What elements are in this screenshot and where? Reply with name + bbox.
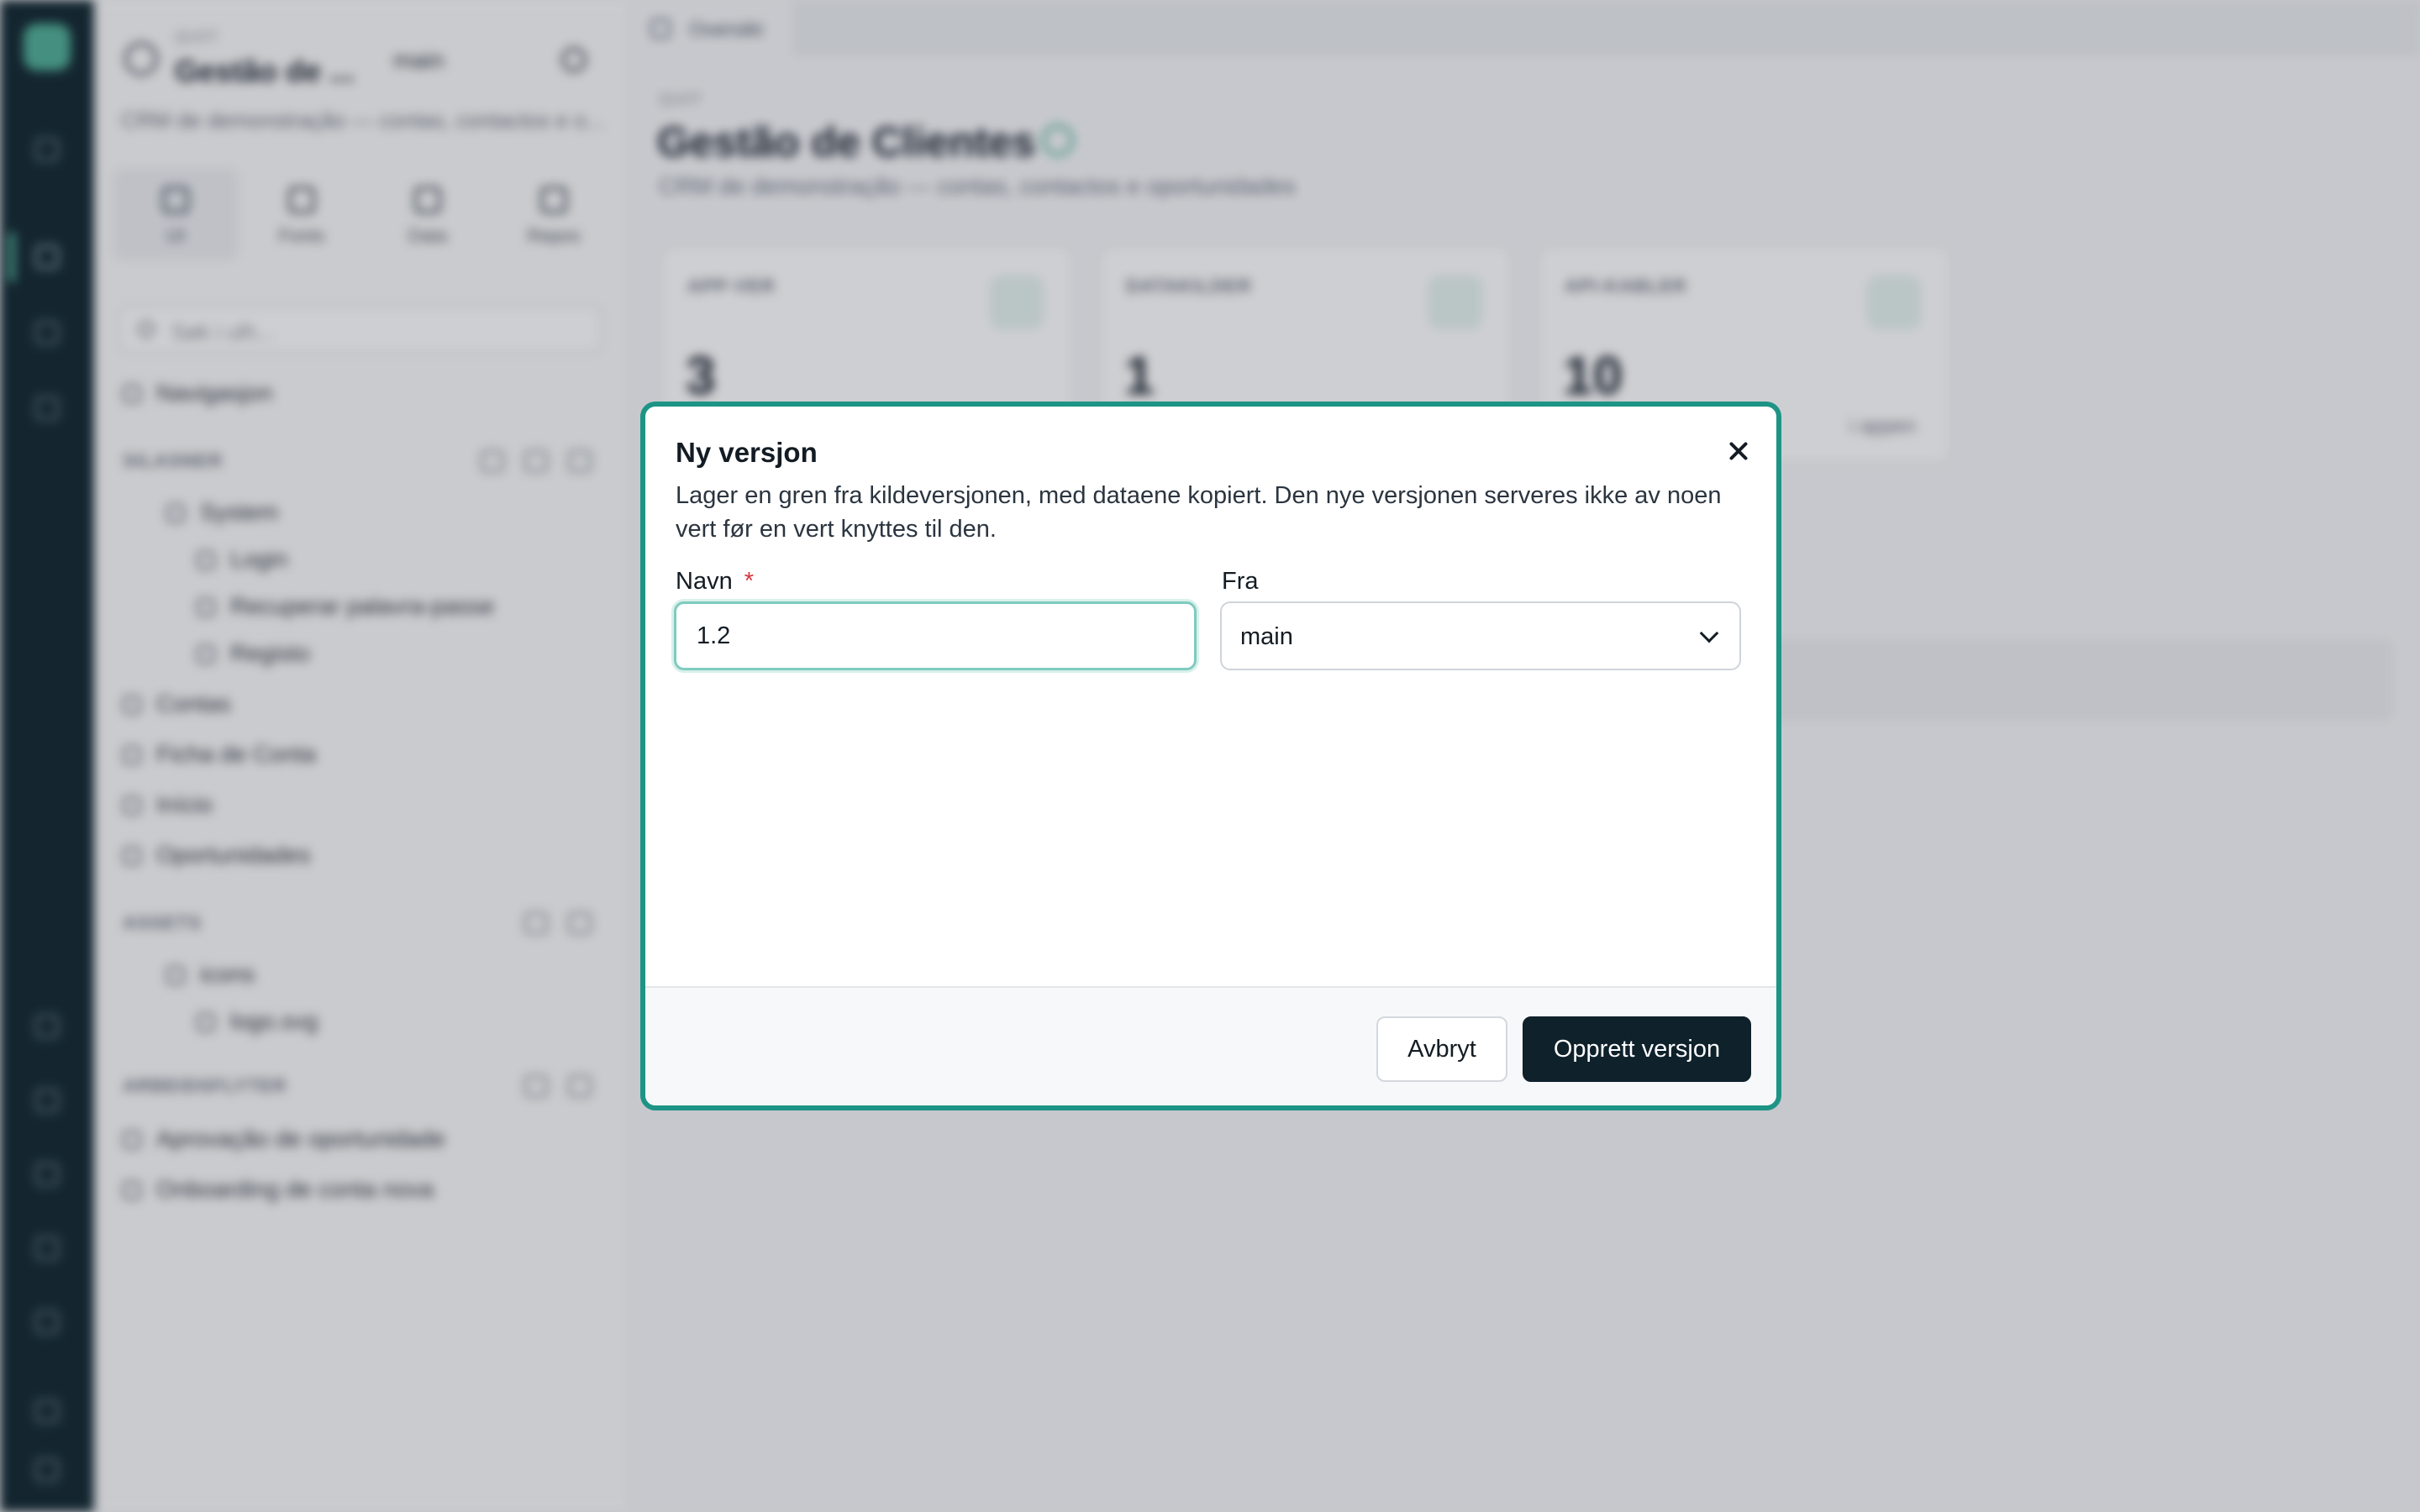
close-icon[interactable] bbox=[1719, 432, 1758, 470]
name-input[interactable] bbox=[674, 601, 1197, 670]
from-select-value: main bbox=[1240, 623, 1293, 650]
chevron-down-icon bbox=[1699, 623, 1719, 643]
dialog-description: Lager en gren fra kildeversjonen, med da… bbox=[676, 482, 1722, 543]
required-marker: * bbox=[744, 568, 754, 595]
dialog-footer: Avbryt Opprett versjon bbox=[645, 986, 1776, 1105]
name-field-label: Navn * bbox=[676, 568, 754, 596]
name-label-text: Navn bbox=[676, 568, 733, 595]
from-field-label: Fra bbox=[1222, 568, 1259, 595]
create-version-button[interactable]: Opprett versjon bbox=[1523, 1016, 1751, 1082]
dialog-title: Ny versjon bbox=[676, 437, 818, 468]
cancel-button[interactable]: Avbryt bbox=[1376, 1016, 1507, 1082]
new-version-dialog: Ny versjon Lager en gren fra kildeversjo… bbox=[640, 402, 1781, 1110]
from-select[interactable]: main bbox=[1220, 601, 1741, 670]
